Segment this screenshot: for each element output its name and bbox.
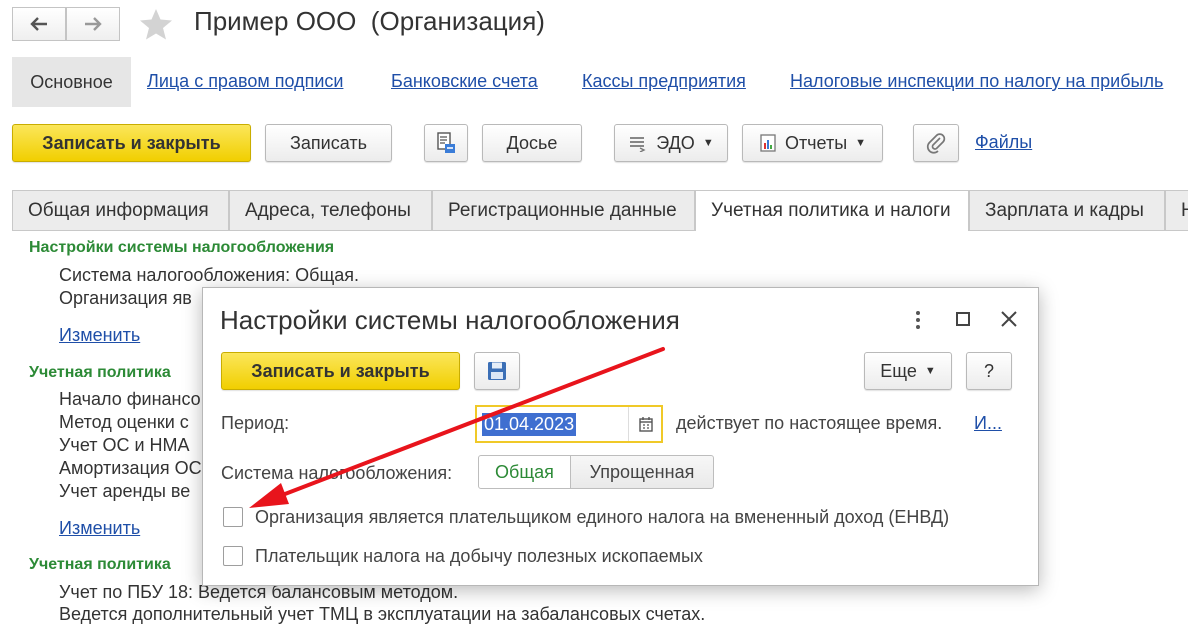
back-button[interactable] [12, 7, 66, 41]
chevron-down-icon: ▼ [924, 365, 936, 377]
nav-tab-main[interactable]: Основное [12, 57, 131, 107]
tax-system-label: Система налогообложения: [221, 463, 453, 483]
tab-accounting-policy[interactable]: Учетная политика и налоги [695, 190, 969, 231]
reports-label: Отчеты [784, 132, 848, 153]
section-accounting-policy-title: Учетная политика [29, 364, 171, 381]
chevron-down-icon: ▼ [855, 137, 867, 149]
close-icon[interactable] [1000, 310, 1018, 328]
edo-button[interactable]: ЭДО ▼ [614, 124, 728, 162]
reports-button[interactable]: Отчеты ▼ [742, 124, 883, 162]
dialog-save-button[interactable] [474, 352, 520, 390]
period-date-value[interactable]: 01.04.2023 [482, 413, 577, 436]
period-label: Период: [221, 413, 290, 433]
maximize-icon[interactable] [956, 312, 970, 326]
tab-addresses-phones[interactable]: Адреса, телефоны [229, 190, 432, 230]
tax-settings-dialog: Настройки системы налогообложения Записа… [202, 287, 1039, 586]
help-button[interactable]: ? [966, 352, 1012, 390]
policy-line: Учет ОС и НМА [59, 435, 190, 455]
tax-system-general-option[interactable]: Общая [478, 455, 571, 489]
envd-checkbox-label[interactable]: Организация является плательщиком единог… [255, 507, 949, 528]
more-actions-icon[interactable] [910, 308, 926, 332]
structure-button[interactable] [424, 124, 468, 162]
section-tax-settings-title: Настройки системы налогообложения [29, 239, 335, 256]
tab-registration-data[interactable]: Регистрационные данные [432, 190, 695, 230]
envd-checkbox[interactable] [223, 507, 243, 527]
calendar-icon [638, 417, 653, 432]
dialog-more-button[interactable]: Еще ▼ [864, 352, 952, 390]
tax-system-simplified-option[interactable]: Упрощенная [570, 455, 714, 489]
chevron-down-icon: ▼ [702, 137, 714, 149]
policy-line: Амортизация ОС [59, 458, 202, 478]
star-icon [140, 9, 172, 40]
organization-line: Организация яв [59, 288, 192, 308]
calendar-button[interactable] [628, 407, 662, 441]
nav-tab-signers[interactable]: Лица с правом подписи [147, 71, 343, 92]
paperclip-icon [926, 133, 946, 154]
floppy-disk-icon [488, 362, 506, 380]
files-link[interactable]: Файлы [975, 132, 1032, 153]
policy-line: Метод оценки с [59, 412, 189, 432]
edo-icon [630, 137, 646, 152]
window-title: Пример ООО (Организация) [194, 6, 545, 36]
favorite-button[interactable] [138, 6, 174, 42]
dialog-save-and-close-button[interactable]: Записать и закрыть [221, 352, 460, 390]
history-link[interactable]: И... [974, 413, 1002, 434]
nav-tab-cash-desks[interactable]: Кассы предприятия [582, 71, 746, 92]
save-button[interactable]: Записать [265, 124, 392, 162]
tmc-line: Ведется дополнительный учет ТМЦ в эксплу… [59, 604, 706, 624]
nav-tab-bank-accounts[interactable]: Банковские счета [391, 71, 538, 92]
nav-tab-tax-inspections[interactable]: Налоговые инспекции по налогу на прибыль [790, 71, 1163, 92]
ndpi-checkbox-label[interactable]: Плательщик налога на добычу полезных иск… [255, 546, 703, 567]
tab-general-info[interactable]: Общая информация [12, 190, 229, 230]
section-tax-policy-title: Учетная политика [29, 556, 171, 573]
save-and-close-button[interactable]: Записать и закрыть [12, 124, 251, 162]
more-label: Еще [880, 360, 917, 381]
dossier-button[interactable]: Досье [482, 124, 582, 162]
ndpi-checkbox[interactable] [223, 546, 243, 566]
policy-line: Начало финансо [59, 389, 201, 409]
attach-files-button[interactable] [913, 124, 959, 162]
arrow-left-icon [30, 17, 47, 31]
edo-label: ЭДО [656, 132, 695, 153]
forward-button[interactable] [66, 7, 120, 41]
dialog-title: Настройки системы налогообложения [220, 305, 680, 335]
change-tax-settings-link[interactable]: Изменить [59, 325, 140, 346]
period-date-field[interactable]: 01.04.2023 [475, 405, 663, 443]
arrow-right-icon [85, 17, 102, 31]
policy-line: Учет аренды ве [59, 481, 191, 501]
change-policy-link[interactable]: Изменить [59, 518, 140, 539]
tab-salary-hr[interactable]: Зарплата и кадры [969, 190, 1165, 230]
tax-system-line: Система налогообложения: Общая. [59, 265, 360, 285]
tabs-baseline [12, 230, 1188, 231]
document-structure-icon [437, 132, 455, 153]
report-chart-icon [760, 134, 776, 152]
tab-more[interactable]: Н [1165, 190, 1188, 230]
period-note: действует по настоящее время. [676, 413, 943, 433]
